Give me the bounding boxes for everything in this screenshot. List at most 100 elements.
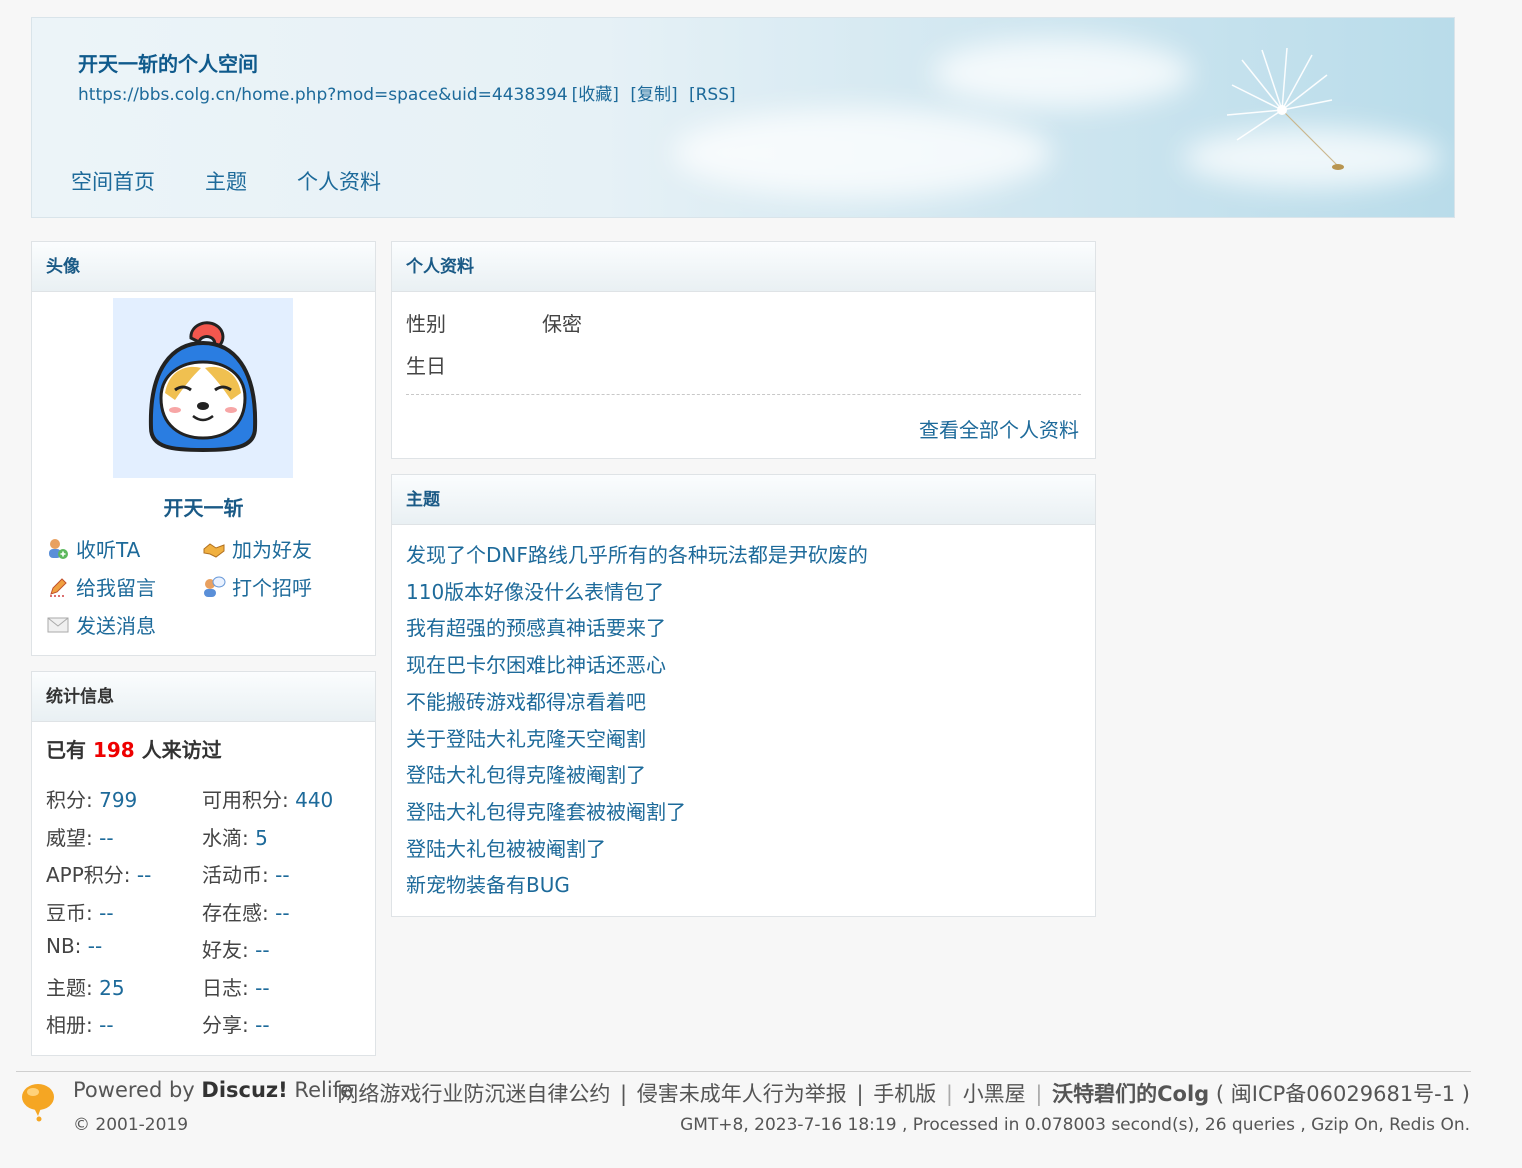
space-url: https://bbs.colg.cn/home.php?mod=space&u… bbox=[78, 85, 568, 105]
separator: | bbox=[1035, 1082, 1043, 1106]
stat-value[interactable]: -- bbox=[255, 938, 269, 962]
stat-value[interactable]: -- bbox=[255, 1013, 269, 1037]
stat-label: 存在感: bbox=[202, 900, 269, 925]
stat-item: 威望: -- bbox=[46, 822, 114, 851]
discuz-link[interactable]: Discuz! bbox=[201, 1078, 287, 1102]
stats-panel: 统计信息 已有 198 人来访过 积分: 799 可用积分: 440 威望: -- 水… bbox=[31, 671, 376, 1056]
favorite-link[interactable]: [收藏] bbox=[572, 85, 619, 105]
stat-value[interactable]: 440 bbox=[295, 788, 333, 812]
add-friend-label: 加为好友 bbox=[232, 538, 312, 562]
poke-label: 打个招呼 bbox=[232, 576, 312, 600]
nav-threads[interactable]: 主题 bbox=[205, 166, 247, 196]
nav-space-home[interactable]: 空间首页 bbox=[71, 166, 155, 196]
visitor-prefix: 已有 bbox=[46, 738, 86, 762]
nav-profile[interactable]: 个人资料 bbox=[297, 166, 381, 196]
threads-panel: 主题 发现了个DNF路线几乎所有的各种玩法都是尹砍废的 110版本好像没什么表情包… bbox=[391, 474, 1096, 917]
stat-value[interactable]: -- bbox=[255, 976, 269, 1000]
stat-label: 相册: bbox=[46, 1013, 93, 1037]
stat-label: 豆币: bbox=[46, 900, 93, 925]
username[interactable]: 开天一斩 bbox=[32, 492, 375, 521]
stats-panel-title: 统计信息 bbox=[32, 672, 375, 722]
follow-button[interactable]: 收听TA bbox=[46, 534, 140, 563]
stat-value[interactable]: -- bbox=[275, 863, 289, 887]
stat-value[interactable]: -- bbox=[88, 934, 102, 958]
stat-label: 可用积分: bbox=[202, 788, 289, 812]
debug-info: GMT+8, 2023-7-16 18:19 , Processed in 0.… bbox=[680, 1115, 1470, 1135]
copyright: © 2001-2019 bbox=[73, 1115, 189, 1135]
thread-link[interactable]: 发现了个DNF路线几乎所有的各种玩法都是尹砍废的 bbox=[406, 539, 868, 568]
cloud-decoration bbox=[932, 38, 1192, 108]
stat-label: APP积分: bbox=[46, 863, 131, 887]
blackroom-link[interactable]: 小黑屋 bbox=[963, 1082, 1026, 1106]
thread-link[interactable]: 登陆大礼包被被阉割了 bbox=[406, 833, 606, 862]
powered-by: Powered by Discuz! Relife bbox=[73, 1078, 353, 1102]
stat-item: 日志: -- bbox=[202, 972, 270, 1001]
stat-item: 主题: 25 bbox=[46, 972, 125, 1001]
send-message-label: 发送消息 bbox=[76, 614, 156, 638]
visitor-number: 198 bbox=[92, 738, 135, 762]
thread-link[interactable]: 登陆大礼包得克隆被阉割了 bbox=[406, 759, 646, 788]
stat-label: 威望: bbox=[46, 825, 93, 850]
thread-link[interactable]: 关于登陆大礼克隆天空阉割 bbox=[406, 723, 646, 752]
space-nav: 空间首页 主题 个人资料 bbox=[71, 166, 431, 196]
poke-icon bbox=[202, 575, 226, 599]
stat-label: 水滴: bbox=[202, 825, 249, 850]
thread-link[interactable]: 我有超强的预感真神话要来了 bbox=[406, 612, 666, 641]
icp-link[interactable]: ( 闽ICP备06029681号-1 ) bbox=[1216, 1082, 1470, 1106]
send-message-button[interactable]: 发送消息 bbox=[46, 610, 156, 639]
message-board-label: 给我留言 bbox=[76, 576, 156, 600]
avatar[interactable] bbox=[113, 298, 293, 478]
profile-panel-title: 个人资料 bbox=[392, 242, 1095, 292]
view-full-profile-link[interactable]: 查看全部个人资料 bbox=[919, 414, 1079, 443]
stat-value[interactable]: 5 bbox=[255, 826, 268, 850]
stat-item: 分享: -- bbox=[202, 1009, 270, 1038]
thread-link[interactable]: 新宠物装备有BUG bbox=[406, 869, 570, 898]
stat-label: 分享: bbox=[202, 1013, 249, 1037]
gender-value: 保密 bbox=[542, 312, 582, 336]
stat-value[interactable]: -- bbox=[99, 826, 113, 850]
stat-item: 水滴: 5 bbox=[202, 822, 268, 851]
stat-item: 好友: -- bbox=[202, 934, 270, 963]
report-link[interactable]: 侵害未成年人行为举报 bbox=[637, 1082, 847, 1106]
site-name-link[interactable]: 沃特碧们的Colg bbox=[1052, 1082, 1209, 1106]
profile-panel: 个人资料 性别 保密 生日 查看全部个人资料 bbox=[391, 241, 1096, 459]
poke-button[interactable]: 打个招呼 bbox=[202, 572, 312, 601]
thread-link[interactable]: 不能搬砖游戏都得凉看着吧 bbox=[406, 686, 646, 715]
thread-link[interactable]: 现在巴卡尔困难比神话还恶心 bbox=[406, 649, 666, 678]
stat-value[interactable]: 799 bbox=[99, 788, 137, 812]
avatar-panel-title: 头像 bbox=[32, 242, 375, 292]
visitor-suffix: 人来访过 bbox=[141, 738, 222, 762]
add-friend-button[interactable]: 加为好友 bbox=[202, 534, 312, 563]
copy-link[interactable]: [复制] bbox=[630, 85, 677, 105]
thread-link[interactable]: 登陆大礼包得克隆套被被阉割了 bbox=[406, 796, 686, 825]
space-title[interactable]: 开天一斩的个人空间 bbox=[78, 48, 258, 77]
gender-label: 性别 bbox=[406, 312, 446, 336]
envelope-icon bbox=[46, 613, 70, 637]
space-url-bar: https://bbs.colg.cn/home.php?mod=space&u… bbox=[78, 80, 736, 105]
mobile-link[interactable]: 手机版 bbox=[873, 1082, 936, 1106]
stat-value[interactable]: -- bbox=[137, 863, 151, 887]
thread-link[interactable]: 110版本好像没什么表情包了 bbox=[406, 576, 664, 605]
dandelion-icon bbox=[1226, 47, 1344, 170]
stat-item: 活动币: -- bbox=[202, 859, 290, 888]
stat-value[interactable]: -- bbox=[99, 1013, 113, 1037]
stat-label: NB: bbox=[46, 934, 82, 958]
stat-item: 存在感: -- bbox=[202, 897, 290, 926]
stat-item: NB: -- bbox=[46, 934, 102, 958]
stat-label: 活动币: bbox=[202, 863, 269, 887]
self-discipline-link[interactable]: 网络游戏行业防沉迷自律公约 bbox=[337, 1082, 610, 1106]
footer-divider bbox=[16, 1071, 1471, 1072]
separator: | bbox=[856, 1082, 864, 1106]
follow-label: 收听TA bbox=[76, 538, 141, 562]
divider bbox=[406, 394, 1081, 395]
rss-link[interactable]: [RSS] bbox=[689, 85, 736, 105]
stat-value[interactable]: -- bbox=[275, 901, 289, 925]
stat-value[interactable]: -- bbox=[99, 901, 113, 925]
follow-icon bbox=[46, 537, 70, 561]
stat-value[interactable]: 25 bbox=[99, 976, 124, 1000]
stat-item: APP积分: -- bbox=[46, 859, 151, 888]
stat-item: 可用积分: 440 bbox=[202, 784, 333, 813]
message-board-button[interactable]: 给我留言 bbox=[46, 572, 156, 601]
separator: | bbox=[945, 1082, 953, 1106]
visitor-count: 已有 198 人来访过 bbox=[46, 734, 222, 763]
